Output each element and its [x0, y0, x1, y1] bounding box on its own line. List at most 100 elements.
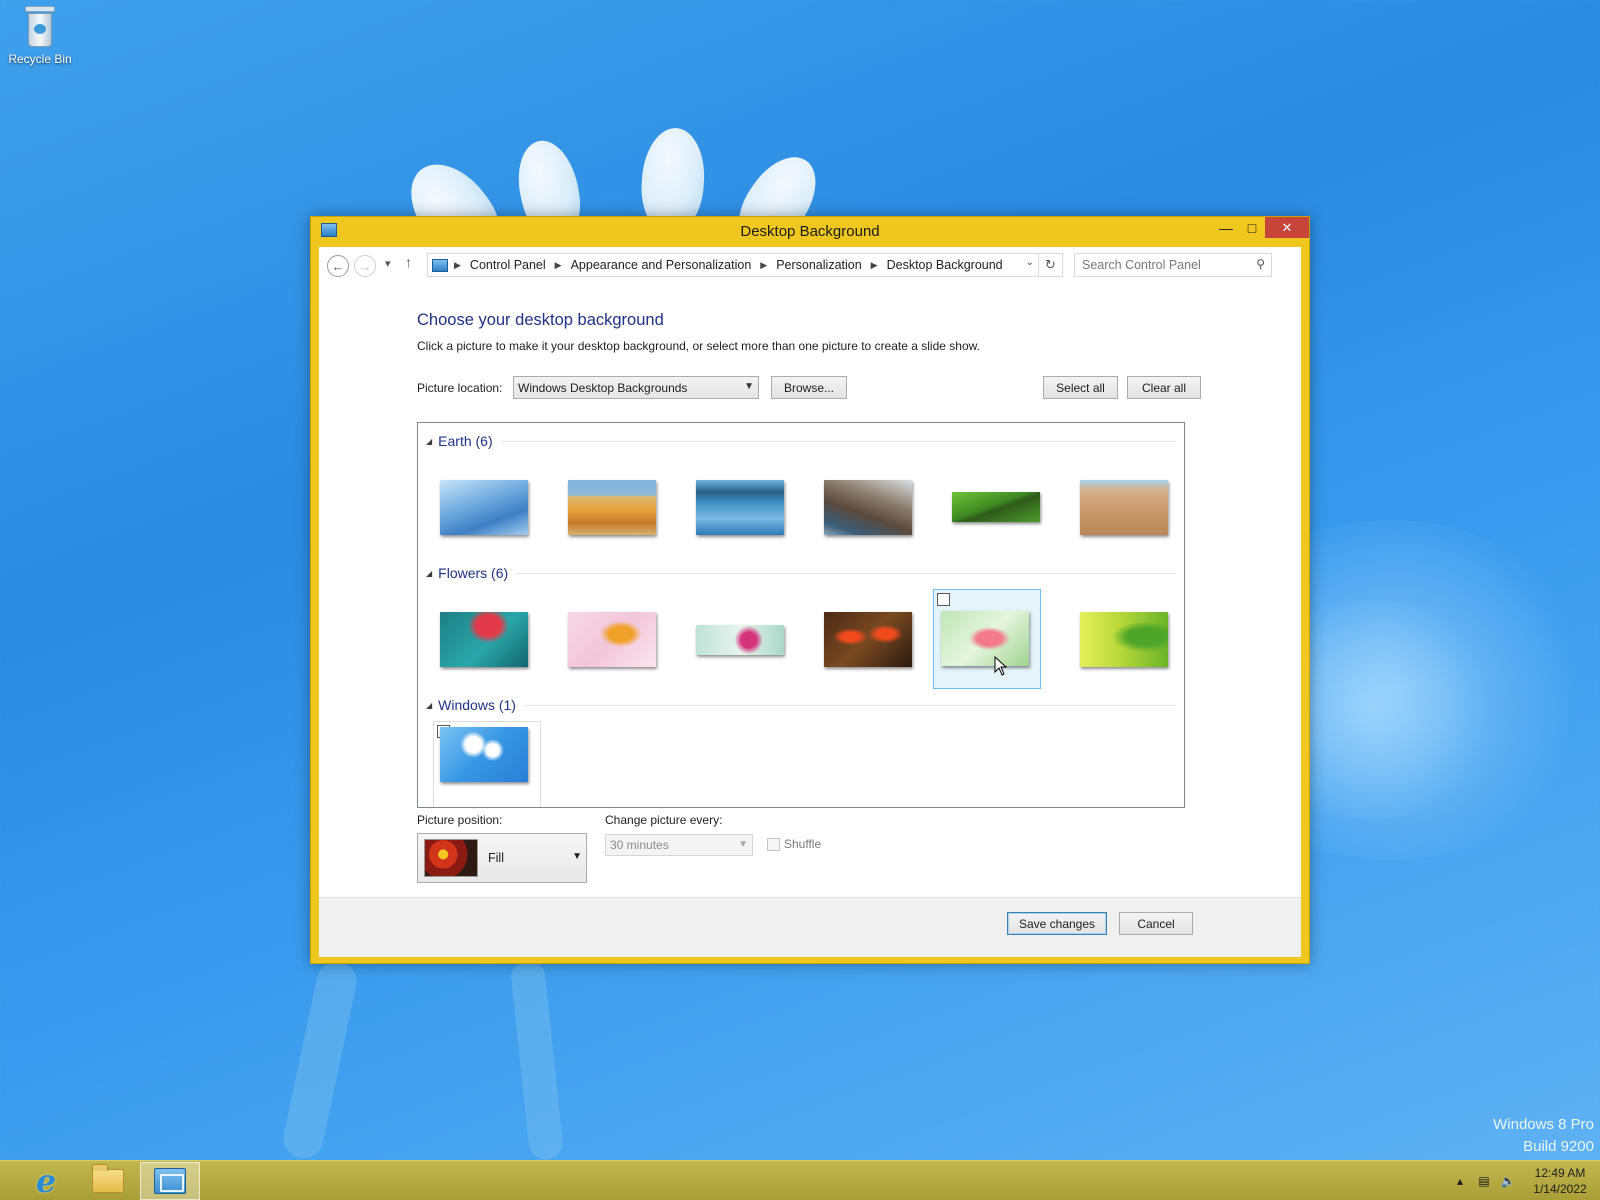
picture-location-select[interactable]: Windows Desktop Backgrounds ▼ [513, 376, 759, 399]
title-bar[interactable]: Desktop Background — □ ✕ [311, 217, 1309, 247]
group-header-earth[interactable]: ◢ Earth (6) [426, 433, 1176, 449]
earth-hills-thumbnail [568, 480, 656, 535]
file-explorer-taskbar-button[interactable] [78, 1162, 138, 1200]
breadcrumb-control-panel[interactable]: Control Panel [470, 258, 546, 272]
group-header-flowers[interactable]: ◢ Flowers (6) [426, 565, 1176, 581]
wallpaper-tile-flowers-leaves[interactable] [1073, 591, 1181, 691]
windows-daisies-thumbnail [440, 727, 528, 782]
recent-locations-chevron-icon[interactable]: ▾ [385, 257, 391, 270]
clock-time: 12:49 AM [1534, 1166, 1586, 1180]
minimize-button[interactable]: — [1213, 217, 1239, 238]
breadcrumb-personalization[interactable]: Personalization [776, 258, 861, 272]
refresh-icon[interactable]: ↻ [1038, 254, 1062, 276]
dialog-footer: Save changes Cancel [319, 897, 1301, 957]
earth-ice-thumbnail [440, 480, 528, 535]
clear-all-button[interactable]: Clear all [1127, 376, 1201, 399]
change-picture-every-label: Change picture every: [605, 813, 723, 827]
control-panel-icon [154, 1168, 186, 1194]
page-heading: Choose your desktop background [417, 311, 664, 329]
breadcrumb-separator-icon[interactable]: ▶ [555, 260, 562, 271]
group-name-earth: Earth (6) [438, 433, 493, 449]
control-panel-taskbar-button[interactable] [140, 1162, 200, 1200]
search-icon[interactable]: ⚲ [1256, 257, 1265, 271]
up-arrow-icon[interactable]: ↑ [405, 254, 412, 270]
chevron-down-icon: ▼ [744, 381, 754, 392]
breadcrumb-appearance-and-personalization[interactable]: Appearance and Personalization [571, 258, 752, 272]
browse-button[interactable]: Browse... [771, 376, 847, 399]
wallpaper-tile-earth-field[interactable] [945, 459, 1053, 559]
control-panel-icon [432, 258, 448, 272]
wallpaper-checkbox[interactable] [937, 593, 950, 606]
picture-gallery[interactable]: ◢ Earth (6) ◢ Flowers (6) ◢ Windows (1) [417, 422, 1185, 808]
picture-location-label: Picture location: [417, 381, 503, 395]
flowers-leaves-thumbnail [1080, 612, 1168, 667]
window-title: Desktop Background [740, 223, 880, 240]
folder-icon [92, 1164, 124, 1193]
picture-location-value: Windows Desktop Backgrounds [518, 380, 688, 395]
recycle-bin-desktop-icon[interactable]: Recycle Bin [4, 6, 76, 66]
desktop-background-window: Desktop Background — □ ✕ ← → ▾ ↑ ▶ Contr… [310, 216, 1310, 964]
breadcrumb-separator-icon[interactable]: ▶ [871, 260, 878, 271]
mouse-cursor-icon [994, 656, 1008, 676]
wallpaper-tile-flowers-lily[interactable] [933, 589, 1041, 689]
network-icon[interactable]: ▤ [1472, 1174, 1496, 1188]
picture-position-select[interactable]: Fill ▼ [417, 833, 587, 883]
recycle-bin-label: Recycle Bin [8, 52, 72, 66]
collapse-triangle-icon[interactable]: ◢ [426, 437, 432, 446]
shuffle-label: Shuffle [784, 837, 822, 851]
flowers-red-thumbnail [440, 612, 528, 667]
search-placeholder: Search Control Panel [1082, 258, 1201, 272]
shuffle-checkbox-box[interactable] [767, 837, 780, 851]
taskbar-clock[interactable]: 12:49 AM 1/14/2022 [1520, 1165, 1600, 1197]
change-picture-every-value: 30 minutes [610, 838, 669, 852]
wallpaper-tile-flowers-tulips[interactable] [817, 591, 925, 691]
save-changes-button[interactable]: Save changes [1007, 912, 1107, 935]
wallpaper-tile-earth-rocks[interactable] [817, 459, 925, 559]
search-control-panel-input[interactable]: Search Control Panel ⚲ [1074, 253, 1272, 277]
close-button[interactable]: ✕ [1265, 217, 1309, 238]
flowers-pink-thumbnail [696, 625, 784, 655]
picture-position-value: Fill [488, 851, 504, 865]
picture-position-label: Picture position: [417, 813, 503, 827]
group-name-windows: Windows (1) [438, 697, 516, 713]
wallpaper-tile-earth-desert[interactable] [1073, 459, 1181, 559]
flowers-tulips-thumbnail [824, 612, 912, 667]
forward-arrow-icon[interactable]: → [354, 255, 376, 277]
wallpaper-tile-windows-daisies[interactable]: ✔ [433, 721, 541, 807]
window-client-area: ← → ▾ ↑ ▶ Control Panel ▶ Appearance and… [319, 247, 1301, 957]
chevron-down-icon: ▼ [738, 839, 748, 850]
wallpaper-tile-flowers-pink[interactable] [689, 591, 797, 691]
cancel-button[interactable]: Cancel [1119, 912, 1193, 935]
watermark-edition: Windows 8 Pro [1493, 1116, 1594, 1133]
shuffle-checkbox[interactable]: Shuffle [767, 837, 821, 851]
collapse-triangle-icon[interactable]: ◢ [426, 701, 432, 710]
address-dropdown-chevron-icon[interactable]: ⌄ [1026, 257, 1034, 268]
back-arrow-icon[interactable]: ← [327, 255, 349, 277]
breadcrumb-desktop-background[interactable]: Desktop Background [887, 258, 1003, 272]
show-hidden-icons-chevron-icon[interactable]: ▴ [1448, 1174, 1472, 1188]
wallpaper-tile-earth-sea[interactable] [689, 459, 797, 559]
chevron-down-icon: ▼ [572, 851, 582, 862]
group-header-windows[interactable]: ◢ Windows (1) [426, 697, 1176, 713]
collapse-triangle-icon[interactable]: ◢ [426, 569, 432, 578]
group-name-flowers: Flowers (6) [438, 565, 509, 581]
change-picture-every-select[interactable]: 30 minutes ▼ [605, 834, 753, 856]
navigation-bar: ← → ▾ ↑ ▶ Control Panel ▶ Appearance and… [319, 247, 1301, 285]
windows-watermark: Windows 8 Pro Build 9200 [1493, 1114, 1594, 1158]
wallpaper-tile-earth-hills[interactable] [561, 459, 669, 559]
earth-field-thumbnail [952, 492, 1040, 522]
earth-rocks-thumbnail [824, 480, 912, 535]
breadcrumb-separator-icon[interactable]: ▶ [454, 260, 461, 271]
clock-date: 1/14/2022 [1533, 1182, 1587, 1196]
breadcrumb-separator-icon[interactable]: ▶ [760, 260, 767, 271]
page-description: Click a picture to make it your desktop … [417, 339, 980, 353]
wallpaper-tile-earth-ice[interactable] [433, 459, 541, 559]
internet-explorer-taskbar-button[interactable]: e [16, 1162, 76, 1200]
select-all-button[interactable]: Select all [1043, 376, 1118, 399]
volume-muted-icon[interactable]: 🔈 [1496, 1174, 1520, 1188]
wallpaper-tile-flowers-orange[interactable] [561, 591, 669, 691]
address-bar[interactable]: ▶ Control Panel ▶ Appearance and Persona… [427, 253, 1063, 277]
maximize-button[interactable]: □ [1239, 217, 1265, 238]
wallpaper-tile-flowers-red[interactable] [433, 591, 541, 691]
flowers-lily-thumbnail [941, 611, 1029, 666]
